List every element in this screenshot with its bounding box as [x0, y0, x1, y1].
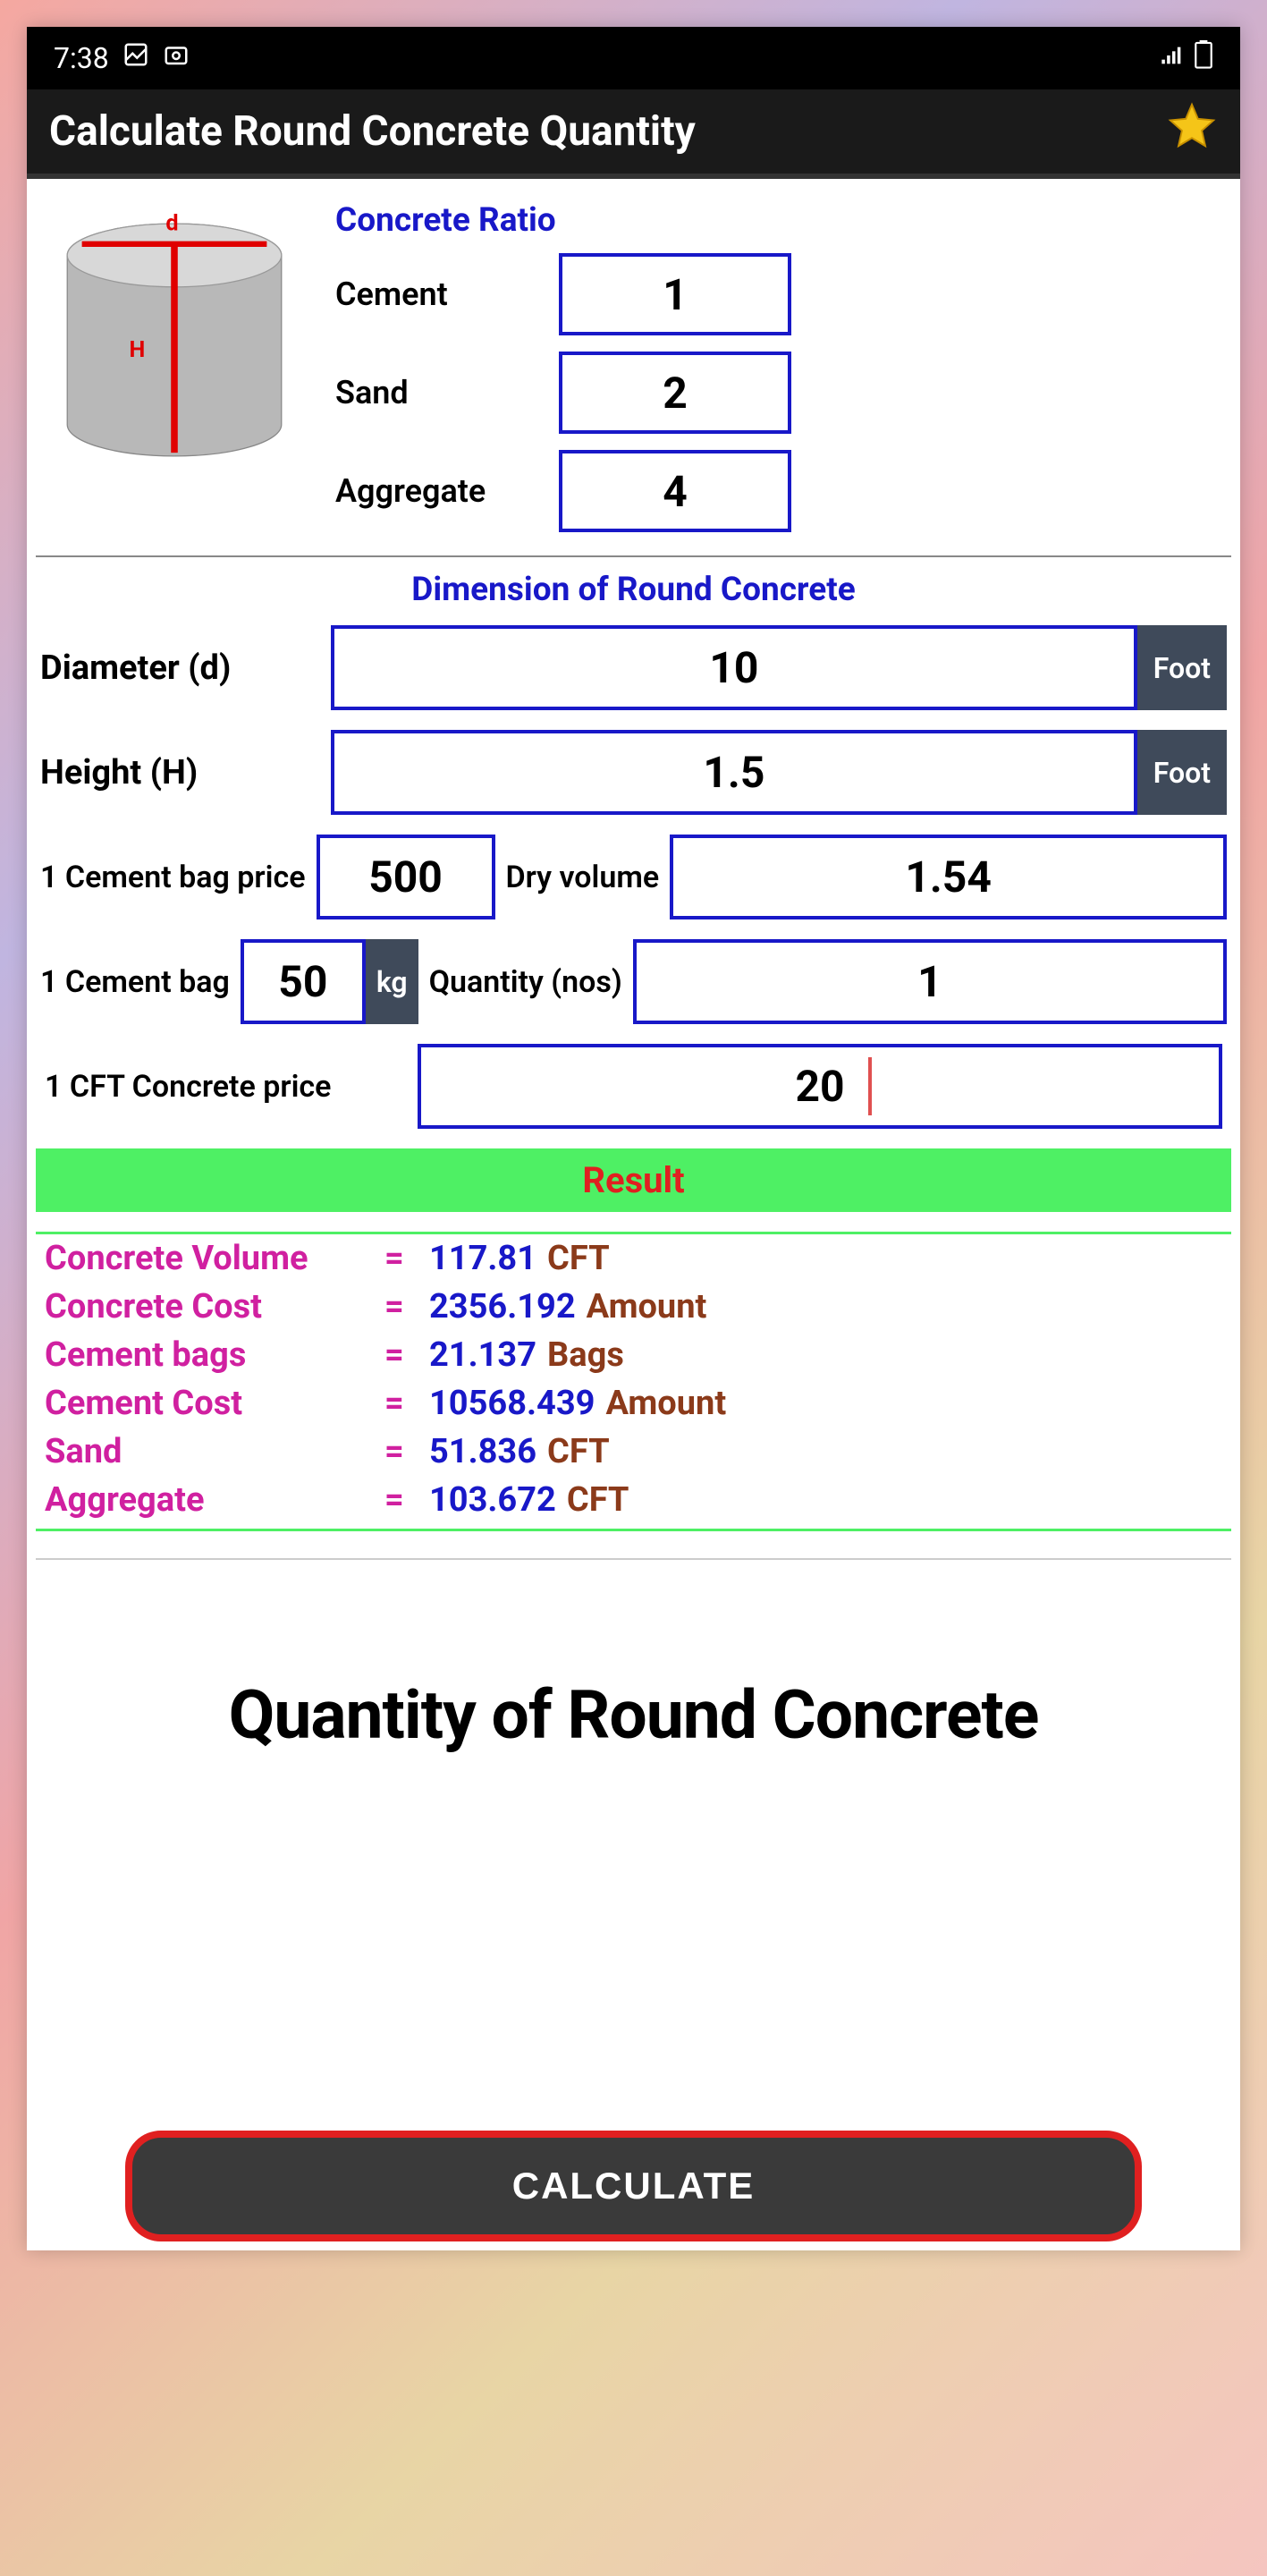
- result-bags-row: Cement bags= 21.137Bags: [36, 1331, 1231, 1379]
- favorite-star-icon[interactable]: [1166, 100, 1218, 164]
- quantity-label: Quantity (nos): [429, 964, 622, 1000]
- bag-price-input[interactable]: [317, 835, 495, 919]
- svg-text:H: H: [130, 337, 146, 363]
- result-volume-row: Concrete Volume= 117.81CFT: [36, 1234, 1231, 1283]
- status-bar: 7:38: [27, 27, 1240, 89]
- result-header: Result: [36, 1148, 1231, 1212]
- cft-price-input[interactable]: [418, 1044, 1222, 1129]
- app-title: Calculate Round Concrete Quantity: [49, 107, 696, 156]
- ratio-title: Concrete Ratio: [335, 201, 1218, 240]
- green-divider: [36, 1529, 1231, 1531]
- dimension-title: Dimension of Round Concrete: [36, 571, 1231, 609]
- camera-icon: [163, 41, 190, 75]
- quantity-input[interactable]: [633, 939, 1227, 1024]
- diameter-input[interactable]: [331, 625, 1137, 710]
- bag-weight-label: 1 Cement bag: [40, 964, 230, 1000]
- svg-text:d: d: [165, 211, 178, 237]
- bag-weight-input[interactable]: [241, 939, 366, 1024]
- divider: [36, 1558, 1231, 1560]
- battery-icon: [1194, 40, 1213, 76]
- app-bar: Calculate Round Concrete Quantity: [27, 89, 1240, 179]
- cement-label: Cement: [335, 275, 559, 313]
- divider: [36, 555, 1231, 557]
- height-unit-selector[interactable]: Foot: [1137, 730, 1227, 815]
- cement-input[interactable]: [559, 253, 791, 335]
- diameter-unit-selector[interactable]: Foot: [1137, 625, 1227, 710]
- calculate-button[interactable]: CALCULATE: [125, 2131, 1141, 2241]
- height-input[interactable]: [331, 730, 1137, 815]
- picture-icon: [122, 41, 149, 75]
- app-screen: 7:38 Calculate Round Concrete Quantity: [27, 27, 1240, 2250]
- height-label: Height (H): [40, 753, 331, 792]
- diameter-label: Diameter (d): [40, 648, 331, 688]
- status-time: 7:38: [54, 41, 109, 75]
- bag-price-label: 1 Cement bag price: [40, 860, 306, 895]
- dry-volume-input[interactable]: [670, 835, 1227, 919]
- aggregate-label: Aggregate: [335, 472, 559, 510]
- sand-input[interactable]: [559, 352, 791, 434]
- result-cost-row: Concrete Cost= 2356.192Amount: [36, 1283, 1231, 1331]
- cft-price-label: 1 CFT Concrete price: [45, 1069, 407, 1105]
- kg-unit-badge[interactable]: kg: [366, 939, 418, 1024]
- result-aggregate-row: Aggregate= 103.672CFT: [36, 1476, 1231, 1524]
- dry-volume-label: Dry volume: [506, 860, 660, 895]
- sand-label: Sand: [335, 374, 559, 411]
- page-subtitle: Quantity of Round Concrete: [36, 1676, 1231, 1755]
- aggregate-input[interactable]: [559, 450, 791, 532]
- signal-icon: [1160, 41, 1185, 75]
- text-cursor: [868, 1057, 872, 1115]
- result-sand-row: Sand= 51.836CFT: [36, 1428, 1231, 1476]
- cylinder-diagram: d H: [49, 201, 308, 548]
- result-cement-cost-row: Cement Cost= 10568.439Amount: [36, 1379, 1231, 1428]
- content-area: d H Concrete Ratio Cement Sand Aggregate: [27, 179, 1240, 2250]
